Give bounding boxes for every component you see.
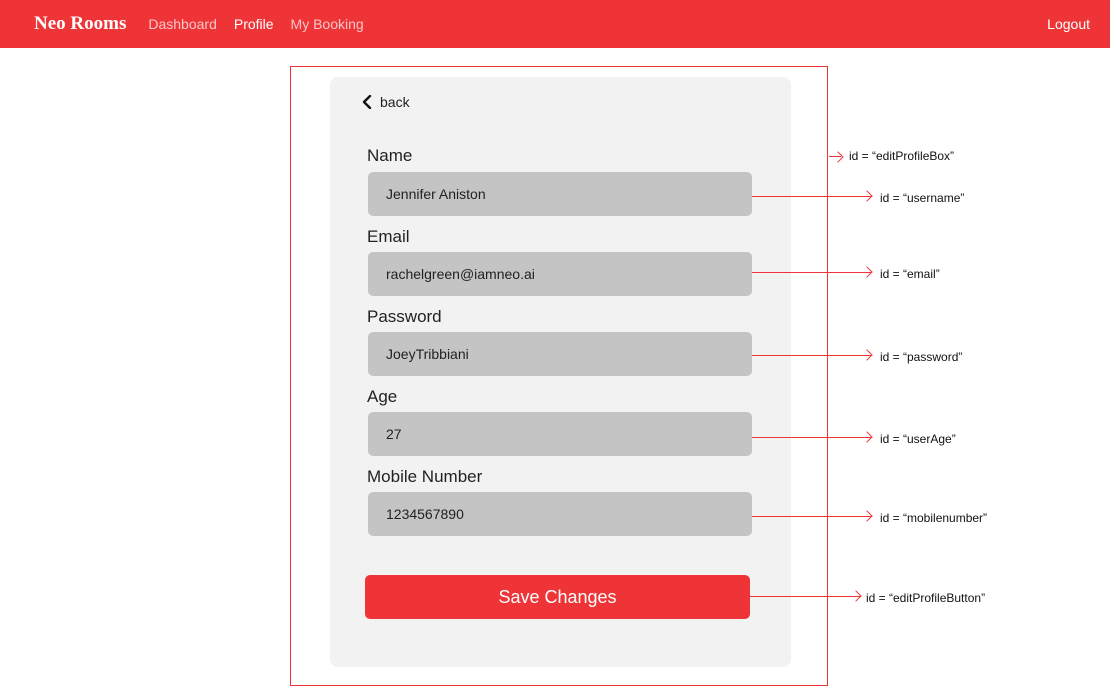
annotation-mobile-number: id = “mobilenumber” bbox=[880, 511, 988, 525]
arrowhead-icon bbox=[861, 190, 873, 202]
arrowhead-icon bbox=[861, 510, 873, 522]
arrowhead-icon bbox=[861, 349, 873, 361]
password-label: Password bbox=[367, 307, 442, 326]
annotation-arrow-password bbox=[752, 355, 871, 356]
nav-my-booking[interactable]: My Booking bbox=[291, 16, 364, 32]
age-input[interactable] bbox=[368, 412, 752, 456]
arrowhead-icon bbox=[850, 590, 862, 602]
save-changes-button[interactable]: Save Changes bbox=[365, 575, 750, 619]
annotation-username: id = “username” bbox=[880, 191, 965, 205]
annotation-password: id = “password” bbox=[880, 350, 963, 364]
mobile-number-label: Mobile Number bbox=[367, 467, 483, 486]
annotation-arrow-email bbox=[752, 272, 871, 273]
annotation-email: id = “email” bbox=[880, 267, 940, 281]
password-input[interactable] bbox=[368, 332, 752, 376]
arrowhead-icon bbox=[832, 151, 844, 163]
annotation-arrow-mobile bbox=[752, 516, 871, 517]
mobile-number-input[interactable] bbox=[368, 492, 752, 536]
nav-profile[interactable]: Profile bbox=[234, 16, 274, 32]
brand-logo[interactable]: Neo Rooms bbox=[34, 13, 126, 35]
age-label: Age bbox=[367, 387, 398, 406]
annotation-arrow-age bbox=[752, 437, 871, 438]
back-button[interactable]: back bbox=[362, 94, 410, 110]
chevron-left-icon bbox=[362, 95, 372, 109]
email-input[interactable] bbox=[368, 252, 752, 296]
username-input[interactable] bbox=[368, 172, 752, 216]
back-label: back bbox=[380, 94, 410, 110]
annotation-arrow-button bbox=[750, 596, 860, 597]
annotation-edit-profile-button: id = “editProfileButton” bbox=[866, 591, 986, 605]
arrowhead-icon bbox=[861, 266, 873, 278]
nav-dashboard[interactable]: Dashboard bbox=[148, 16, 217, 32]
annotation-user-age: id = “userAge” bbox=[880, 432, 956, 446]
annotation-edit-profile-box: id = “editProfileBox” bbox=[849, 149, 955, 163]
logout-link[interactable]: Logout bbox=[1047, 16, 1090, 32]
annotation-arrow-username bbox=[752, 196, 871, 197]
email-label: Email bbox=[367, 227, 410, 246]
name-label: Name bbox=[367, 146, 413, 165]
arrowhead-icon bbox=[861, 431, 873, 443]
top-navbar: Neo Rooms Dashboard Profile My Booking L… bbox=[0, 0, 1110, 48]
